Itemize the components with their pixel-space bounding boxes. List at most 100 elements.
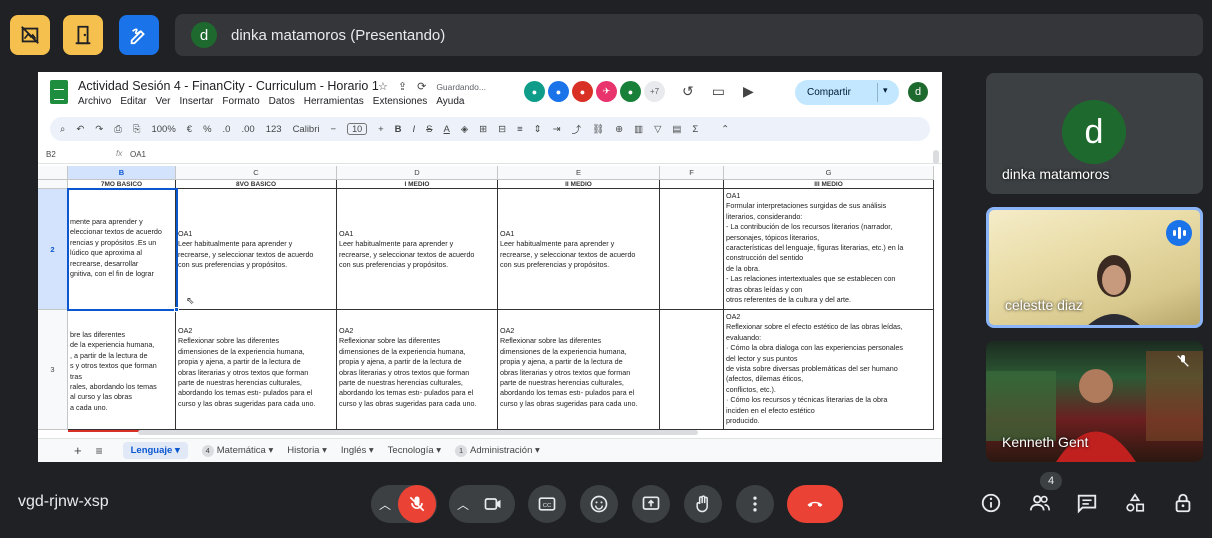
italic-icon[interactable]: I xyxy=(413,124,416,135)
star-icon[interactable]: ☆ xyxy=(378,80,388,93)
grid-cell[interactable]: OA2 Reflexionar sobre el efecto estético… xyxy=(724,310,934,430)
no-image-button[interactable] xyxy=(10,15,50,55)
collaborator-avatar[interactable]: ● xyxy=(572,81,593,102)
collaborator-avatar[interactable]: ● xyxy=(548,81,569,102)
menu-item[interactable]: Formato xyxy=(222,96,259,107)
grid-cell[interactable] xyxy=(660,189,724,310)
move-icon[interactable]: ⇪ xyxy=(398,80,407,93)
add-sheet-icon[interactable]: + xyxy=(74,443,82,458)
borders-icon[interactable]: ⊞ xyxy=(479,124,487,135)
link-icon[interactable]: ⛓ xyxy=(592,124,604,135)
menu-item[interactable]: Archivo xyxy=(78,96,111,107)
grid-cell[interactable]: OA1 Leer habitualmente para aprender y r… xyxy=(498,189,660,310)
participant-tile[interactable]: d dinka matamoros xyxy=(986,73,1203,194)
captions-button[interactable]: CC xyxy=(528,485,566,523)
percent-button[interactable]: % xyxy=(203,124,211,135)
increase-decimal-button[interactable]: .00 xyxy=(241,124,254,135)
filter-icon[interactable]: ▽ xyxy=(654,124,661,135)
merge-icon[interactable]: ⊟ xyxy=(498,124,506,135)
participant-tile[interactable]: Kenneth Gent xyxy=(986,341,1203,462)
redo-icon[interactable]: ↷ xyxy=(95,124,103,135)
grid-cell[interactable]: OA1 Formular interpretaciones surgidas d… xyxy=(724,189,934,310)
tab-historia[interactable]: Historia ▾ xyxy=(287,445,327,456)
grid-cell[interactable]: 8VO BASICO xyxy=(176,180,337,189)
more-options-button[interactable] xyxy=(736,485,774,523)
collapse-toolbar-icon[interactable]: ⌃ xyxy=(721,124,729,135)
zoom-select[interactable]: 100% xyxy=(151,124,175,135)
menu-item[interactable]: Insertar xyxy=(180,96,214,107)
tab-administracion[interactable]: 1 Administración ▾ xyxy=(455,444,540,457)
account-avatar[interactable]: d xyxy=(908,82,928,102)
collaborator-avatar[interactable]: ● xyxy=(524,81,545,102)
comment-add-icon[interactable]: ⊕ xyxy=(615,124,623,135)
tab-matematica[interactable]: 4 Matemática ▾ xyxy=(201,444,273,457)
sheet-list-icon[interactable]: ≡ xyxy=(96,444,103,458)
grid-cell[interactable]: III MEDIO xyxy=(724,180,934,189)
tab-tecnologia[interactable]: Tecnología ▾ xyxy=(388,445,441,456)
grid-cell[interactable]: OA1 Leer habitualmente para aprender y r… xyxy=(176,189,337,310)
column-header[interactable]: F xyxy=(660,166,724,180)
exit-door-button[interactable] xyxy=(63,15,103,55)
wrap-icon[interactable]: ⇥ xyxy=(553,124,561,135)
collaborator-avatar[interactable]: ● xyxy=(620,81,641,102)
grid-cell[interactable]: OA2 Reflexionar sobre las diferentes dim… xyxy=(337,310,498,430)
chevron-up-icon[interactable]: ︿ xyxy=(379,496,391,513)
share-button[interactable]: Compartir ▾ xyxy=(795,80,899,105)
column-header[interactable]: D xyxy=(337,166,498,180)
reactions-button[interactable] xyxy=(580,485,618,523)
menu-item[interactable]: Herramientas xyxy=(304,96,364,107)
font-size-input[interactable]: 10 xyxy=(347,123,368,135)
row-header[interactable] xyxy=(38,180,68,189)
people-button[interactable] xyxy=(1027,490,1053,516)
chart-icon[interactable]: ▥ xyxy=(634,124,643,135)
row-header[interactable]: 3 xyxy=(38,310,68,430)
horizontal-scrollbar[interactable] xyxy=(138,430,698,435)
rotate-icon[interactable]: ⤴ xyxy=(572,122,582,136)
annotate-button[interactable] xyxy=(119,15,159,55)
chat-button[interactable] xyxy=(1074,490,1100,516)
row-header[interactable]: 2 xyxy=(38,189,68,310)
menu-item[interactable]: Datos xyxy=(269,96,295,107)
column-header[interactable]: B xyxy=(68,166,176,180)
decrease-decimal-button[interactable]: .0 xyxy=(223,124,231,135)
undo-icon[interactable]: ↶ xyxy=(76,124,84,135)
print-icon[interactable]: ⎙ xyxy=(114,124,122,135)
menu-item[interactable]: Ayuda xyxy=(436,96,464,107)
grid-cell[interactable]: I MEDIO xyxy=(337,180,498,189)
column-header[interactable]: E xyxy=(498,166,660,180)
grid-cell[interactable]: bre las diferentes de la experiencia hum… xyxy=(68,310,176,430)
bold-icon[interactable]: B xyxy=(395,124,402,135)
search-icon[interactable]: ⌕ xyxy=(60,124,65,135)
grid-cell[interactable] xyxy=(660,310,724,430)
valign-icon[interactable]: ⇕ xyxy=(534,124,542,135)
menu-item[interactable]: Extensiones xyxy=(373,96,427,107)
sheet-title[interactable]: Actividad Sesión 4 - FinanCity - Curricu… xyxy=(78,79,379,93)
history-icon[interactable]: ↺ xyxy=(682,83,694,100)
menu-item[interactable]: Editar xyxy=(120,96,146,107)
tab-ingles[interactable]: Inglés ▾ xyxy=(341,445,374,456)
fill-color-icon[interactable]: ◈ xyxy=(461,124,468,135)
number-format-button[interactable]: 123 xyxy=(266,124,282,135)
end-call-button[interactable] xyxy=(787,485,843,523)
chevron-down-icon[interactable]: ▾ xyxy=(883,85,888,96)
filter-views-icon[interactable]: ▤ xyxy=(672,124,681,135)
functions-icon[interactable]: Σ xyxy=(692,124,698,135)
host-controls-button[interactable] xyxy=(1170,490,1196,516)
menu-item[interactable]: Ver xyxy=(155,96,170,107)
raise-hand-button[interactable] xyxy=(684,485,722,523)
comment-icon[interactable]: ▭ xyxy=(712,83,725,100)
font-select[interactable]: Calibri xyxy=(293,124,320,135)
grid-cell[interactable]: OA2 Reflexionar sobre las diferentes dim… xyxy=(176,310,337,430)
name-box[interactable]: B2 xyxy=(46,150,56,159)
plus-icon[interactable]: + xyxy=(378,124,384,135)
currency-button[interactable]: € xyxy=(187,124,192,135)
strikethrough-icon[interactable]: S xyxy=(426,124,432,135)
collaborators-more[interactable]: +7 xyxy=(644,81,665,102)
activities-button[interactable] xyxy=(1122,490,1148,516)
grid-cell[interactable]: II MEDIO xyxy=(498,180,660,189)
formula-input[interactable]: OA1 xyxy=(130,150,146,159)
meeting-info-button[interactable] xyxy=(978,490,1004,516)
paint-format-icon[interactable]: ⎘ xyxy=(133,124,141,135)
tab-lenguaje[interactable]: Lenguaje ▾ xyxy=(122,442,188,459)
collaborator-avatar[interactable]: ✈ xyxy=(596,81,617,102)
